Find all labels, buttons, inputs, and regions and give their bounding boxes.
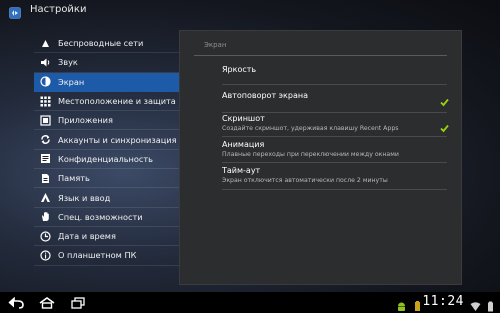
recent-apps-icon [71, 296, 85, 309]
settings-app-icon[interactable] [9, 4, 21, 19]
setting-description: Создайте скриншот, удерживая клавишу Rec… [222, 125, 399, 132]
panel-title: Экран [204, 41, 227, 49]
menu-item-label: Звук [58, 57, 78, 68]
system-bar: 11:24 [0, 292, 500, 313]
menu-item-label: Дата и время [58, 231, 116, 242]
menu-item-sound[interactable]: Звук [34, 53, 180, 73]
apps-icon [40, 115, 51, 126]
setting-description: Экран отключится автоматически после 2 м… [222, 177, 388, 184]
status-clock[interactable]: 11:24 [422, 294, 464, 309]
divider [194, 55, 447, 56]
wifi-icon[interactable] [470, 297, 481, 311]
privacy-icon [40, 153, 51, 164]
setting-title: Анимация [222, 140, 265, 149]
auto-rotate-checkbox[interactable] [440, 92, 449, 107]
setting-title: Яркость [222, 65, 257, 74]
back-arrow-icon [8, 296, 24, 309]
storage-icon [40, 173, 51, 184]
setting-brightness[interactable]: Яркость [222, 65, 447, 85]
battery-icon[interactable] [485, 297, 496, 312]
battery-notification-icon[interactable] [412, 297, 423, 311]
menu-item-label: Язык и ввод [58, 192, 111, 203]
menu-item-accessibility[interactable]: Спец. возможности [34, 208, 180, 227]
menu-item-storage[interactable]: Память [34, 169, 180, 189]
menu-item-label: Местоположение и защита [58, 96, 176, 107]
brightness-icon [40, 76, 51, 87]
hand-icon [40, 211, 51, 222]
menu-item-label: Беспроводные сети [58, 38, 144, 49]
setting-title: Скриншот [222, 114, 265, 123]
speaker-icon [40, 57, 51, 68]
screenshot-checkbox[interactable] [440, 118, 449, 133]
wireless-icon [40, 38, 51, 49]
setting-animation[interactable]: Анимация Плавные переходы при переключен… [222, 140, 447, 163]
menu-item-display[interactable]: Экран [34, 72, 180, 92]
menu-item-language-input[interactable]: Язык и ввод [34, 188, 180, 208]
menu-item-label: Экран [58, 76, 85, 87]
info-icon [40, 250, 51, 261]
menu-item-about[interactable]: О планшетном ПК [34, 246, 180, 266]
menu-item-label: Приложения [58, 115, 113, 126]
menu-item-label: О планшетном ПК [58, 250, 137, 261]
setting-timeout[interactable]: Тайм-аут Экран отключится автоматически … [222, 166, 447, 190]
menu-item-applications[interactable]: Приложения [34, 111, 180, 131]
menu-item-accounts-sync[interactable]: Аккаунты и синхронизация [34, 130, 180, 150]
setting-title: Тайм-аут [222, 166, 261, 175]
page-title: Настройки [30, 4, 87, 15]
setting-description: Плавные переходы при переключении между … [222, 151, 399, 158]
recent-apps-button[interactable] [68, 295, 88, 310]
settings-menu: Беспроводные сети Звук Экран Местоположе… [34, 34, 180, 266]
display-settings-panel: Экран Яркость Автоповорот экрана Скриншо… [180, 31, 461, 284]
android-notification-icon[interactable] [396, 297, 407, 311]
setting-screenshot[interactable]: Скриншот Создайте скриншот, удерживая кл… [222, 114, 447, 137]
menu-item-label: Аккаунты и синхронизация [58, 134, 177, 145]
home-icon [39, 296, 55, 309]
setting-auto-rotate[interactable]: Автоповорот экрана [222, 91, 447, 113]
clock-icon [40, 231, 51, 242]
home-button[interactable] [37, 295, 57, 310]
title-bar: Настройки [0, 0, 500, 22]
menu-item-label: Конфиденциальность [58, 153, 153, 164]
back-button[interactable] [6, 295, 26, 310]
location-grid-icon [40, 96, 51, 107]
menu-item-privacy[interactable]: Конфиденциальность [34, 150, 180, 170]
menu-item-wireless[interactable]: Беспроводные сети [34, 34, 180, 54]
menu-item-date-time[interactable]: Дата и время [34, 227, 180, 247]
menu-item-location-security[interactable]: Местоположение и защита [34, 92, 180, 112]
setting-title: Автоповорот экрана [222, 91, 308, 100]
menu-item-label: Спец. возможности [58, 211, 143, 222]
menu-item-label: Память [58, 173, 90, 184]
language-icon [40, 192, 51, 203]
sync-icon [40, 134, 51, 145]
